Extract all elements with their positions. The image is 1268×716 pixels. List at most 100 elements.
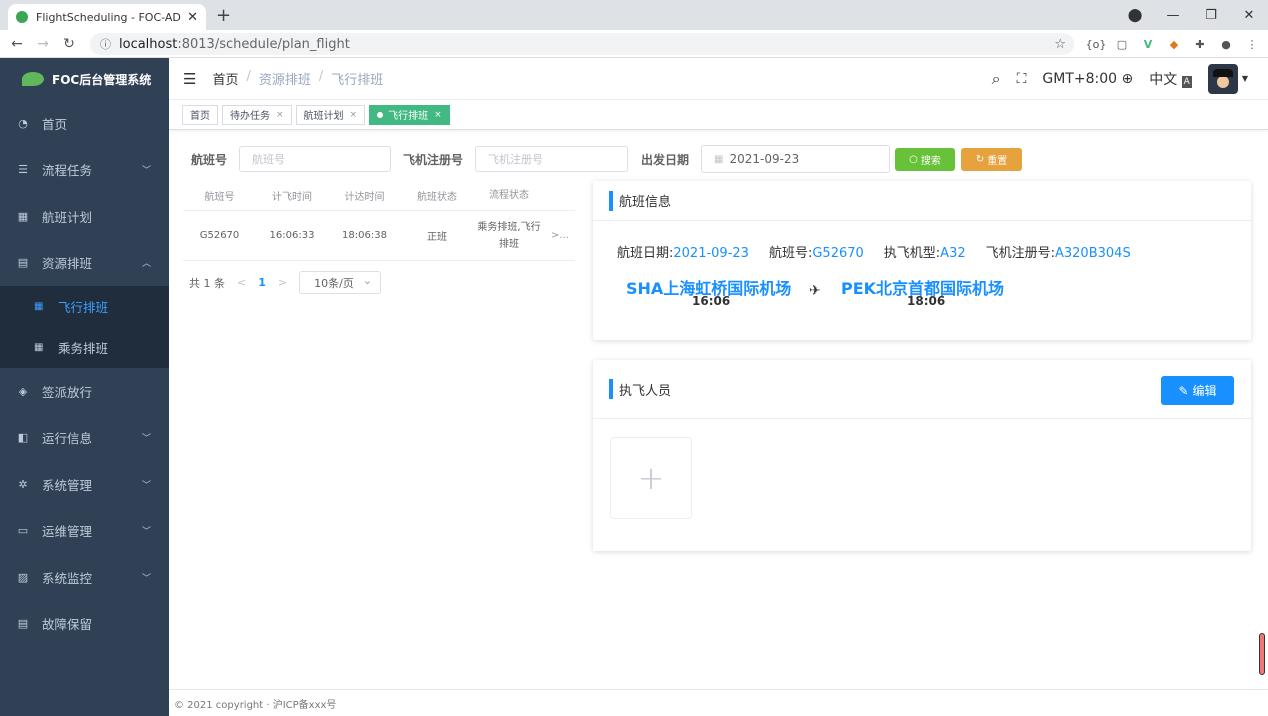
breadcrumb-resource[interactable]: 资源排班 [259,69,311,88]
sidebar-item-label: 乘务排班 [58,341,109,356]
menu-kebab-icon[interactable]: ⋮ [1242,34,1262,54]
flight-summary: 航班日期:2021-09-23 航班号:G52670 执飞机型:A32 飞机注册… [617,242,1131,261]
close-icon[interactable]: × [276,110,284,120]
scrollbar-thumb[interactable] [1259,633,1265,675]
breadcrumb-home[interactable]: 首页 [212,69,238,88]
column-header: 航班号 [204,192,235,203]
registration-input[interactable]: 飞机注册号 [475,146,629,172]
sidebar-item-after-1[interactable]: ◧ 运行信息 ﹀ [0,415,169,462]
vue-devtools-icon[interactable]: V [1138,34,1158,54]
reset-button[interactable]: ↻ 重置 [961,147,1023,171]
cell-dep-time: 16:06:33 [269,230,315,241]
sidebar-item-0[interactable]: ◔ 首页 [0,100,169,147]
reset-button-label: 重置 [987,155,1008,167]
restore-icon[interactable]: ❐ [1192,8,1230,23]
language-selector[interactable]: 中文 A [1149,69,1192,89]
forward-icon[interactable]: → [30,36,56,52]
registration-label: 飞机注册号 [403,152,464,167]
logo[interactable]: FOC后台管理系统 [0,58,169,100]
timezone-selector[interactable]: GMT+8:00 ⊕ [1042,71,1133,87]
copyright-text: © 2021 copyright · 沪ICP备xxx号 [174,699,337,711]
profile-icon[interactable]: ● [1216,34,1236,54]
expand-arrow-icon[interactable]: >... [545,230,575,241]
next-page-icon[interactable]: > [278,276,287,289]
shield-icon: ◈ [18,384,28,398]
sidebar-item-1[interactable]: ☰ 流程任务 ﹀ [0,147,169,194]
bookmark-star-icon[interactable]: ☆ [1054,37,1066,52]
dashboard-icon: ◔ [18,116,28,130]
edit-button[interactable]: ✎ 编辑 [1161,376,1234,405]
card-header: 航班信息 [593,181,1251,221]
sidebar-item-label: 签派放行 [42,384,93,400]
page-number[interactable]: 1 [258,276,266,289]
language-label: 中文 [1149,71,1178,88]
profile-menu-icon[interactable]: ⬤ [1116,8,1154,23]
registration-value: A320B304S [1055,246,1131,261]
sidebar-item-label: 系统管理 [42,477,93,493]
footer: © 2021 copyright · 沪ICP备xxx号 [169,689,1268,716]
site-info-icon[interactable]: ⓘ [100,36,111,52]
avatar [1207,63,1238,94]
card-header: 执飞人员 [593,360,1251,419]
tag-label: 首页 [190,111,210,122]
sidebar-item-after-0[interactable]: ◈ 签派放行 [0,368,169,415]
tag-0[interactable]: 首页 [182,104,218,125]
add-crew-button[interactable]: + [610,437,692,519]
user-menu[interactable]: ▼ [1207,63,1248,94]
close-icon[interactable]: × [350,110,358,120]
address-bar-row: ← → ↻ ⓘ localhost:8013/schedule/plan_fli… [0,30,1268,58]
calendar-icon: ▦ [714,153,724,165]
puzzle-icon[interactable]: ✚ [1190,34,1210,54]
table-row[interactable]: G52670 16:06:33 18:06:38 正班 乘务排班,飞行排班 >.… [183,211,575,261]
minimize-icon[interactable]: — [1154,8,1192,23]
cell-flight-no: G52670 [199,230,240,241]
main-content: ☰ 首页 / 资源排班 / 飞行排班 ⌕ ⛶ GMT+8:00 ⊕ 中文 A ▼… [169,58,1268,716]
close-icon[interactable]: × [434,110,442,120]
title-bar-accent [609,190,613,211]
flight-info-card: 航班信息 航班日期:2021-09-23 航班号:G52670 执飞机型:A32… [593,181,1251,340]
page-size-select[interactable]: 10条/页 [299,271,382,294]
sidebar-item-label: 流程任务 [42,163,93,179]
sidebar-item-crew-schedule[interactable]: ▦ 乘务排班 [0,327,169,368]
tag-2[interactable]: 航班计划 × [295,104,366,125]
sidebar-item-label: 首页 [42,116,68,132]
flight-no-input[interactable]: 航班号 [239,146,392,172]
fullscreen-icon[interactable]: ⛶ [1017,71,1027,87]
cell-arr-time: 18:06:38 [342,230,387,241]
breadcrumb: 首页 / 资源排班 / 飞行排班 [212,69,383,88]
reload-icon[interactable]: ↻ [56,36,82,52]
breadcrumb-separator: / [318,69,324,84]
navbar-right: ⌕ ⛶ GMT+8:00 ⊕ 中文 A ▼ [992,63,1248,94]
tag-1[interactable]: 待办任务 × [222,104,292,125]
extension-icon[interactable]: ▢ [1112,34,1132,54]
metamask-icon[interactable]: ◆ [1164,34,1184,54]
sidebar-item-2[interactable]: ▦ 航班计划 [0,193,169,240]
monitor-icon: ▭ [17,524,29,538]
column-header: 计达时间 [344,192,385,203]
departure-date-picker[interactable]: ▦ 2021-09-23 [701,145,891,173]
caret-down-icon: ▼ [1241,74,1248,83]
hamburger-icon[interactable]: ☰ [183,70,196,88]
close-window-icon[interactable]: ✕ [1230,8,1268,23]
search-button[interactable]: ○ 搜索 [895,147,956,171]
flight-table: 航班号 计飞时间 计达时间 航班状态 流程状态 G52670 16:06:33 … [183,181,575,261]
sidebar-item-3[interactable]: ▤ 资源排班 ︿ [0,240,169,287]
sidebar-item-after-5[interactable]: ▤ 故障保留 [0,601,169,648]
close-tab-icon[interactable]: ✕ [187,10,198,25]
extension-icon[interactable]: {o} [1086,34,1107,54]
sidebar-item-after-4[interactable]: ▨ 系统监控 ﹀ [0,554,169,601]
sidebar-item-after-2[interactable]: ✲ 系统管理 ﹀ [0,461,169,508]
new-tab-button[interactable]: + [216,5,231,26]
prev-page-icon[interactable]: < [237,276,246,289]
sidebar-item-flight-schedule[interactable]: ▦ 飞行排班 [0,286,169,327]
url-bar[interactable]: ⓘ localhost:8013/schedule/plan_flight ☆ [90,33,1074,55]
chevron-down-icon: ﹀ [141,527,151,538]
sidebar-item-after-3[interactable]: ▭ 运维管理 ﹀ [0,508,169,555]
browser-tab[interactable]: FlightScheduling - FOC-ADMIN ✕ [8,4,206,30]
tag-3[interactable]: 飞行排班 × [369,104,450,125]
back-icon[interactable]: ← [4,36,30,52]
chevron-down-icon: ﹀ [141,166,151,177]
search-icon[interactable]: ⌕ [992,69,1001,89]
submenu: ▦ 飞行排班 ▦ 乘务排班 [0,286,169,368]
title-bar-accent [609,379,613,399]
